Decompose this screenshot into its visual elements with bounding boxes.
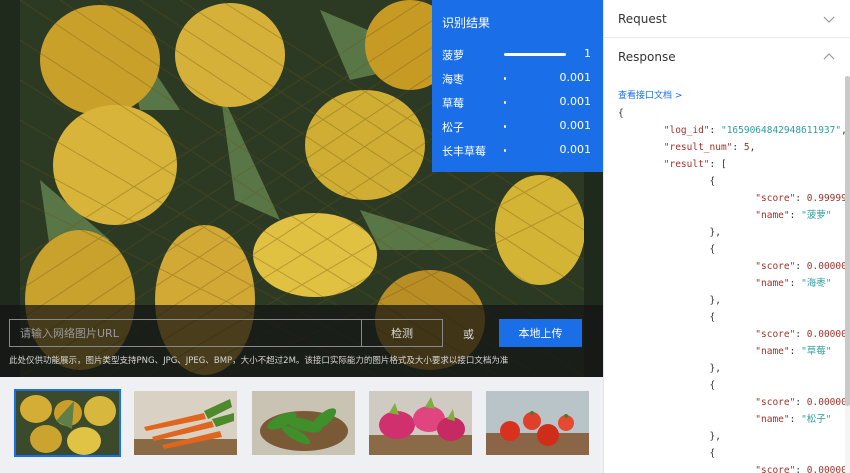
- json-score: "score": 0.0000014050611,: [755, 261, 850, 272]
- result-score: 0.001: [559, 71, 592, 84]
- result-row: 松子 0.001: [442, 115, 593, 139]
- thumbnail-carrot[interactable]: [134, 391, 237, 455]
- result-score: 0.001: [559, 119, 592, 132]
- carrot-thumbnail-icon: [134, 391, 237, 455]
- json-line: {: [618, 176, 716, 187]
- sample-thumbnails: [0, 377, 603, 473]
- request-section-header[interactable]: Request: [604, 0, 850, 38]
- response-label: Response: [618, 50, 676, 64]
- score-bar: [504, 101, 506, 104]
- chevron-down-icon: [823, 16, 835, 23]
- tomato-thumbnail-icon: [486, 391, 589, 455]
- pineapple-thumbnail-icon: [16, 391, 119, 455]
- local-upload-button[interactable]: 本地上传: [499, 319, 582, 347]
- result-name: 松子: [442, 121, 464, 134]
- result-row: 海枣 0.001: [442, 67, 593, 91]
- json-log-id: "log_id": "1659064842948611937",: [663, 125, 847, 136]
- detect-button[interactable]: 检测: [361, 319, 443, 347]
- image-url-input[interactable]: [9, 319, 361, 347]
- result-name: 长丰草莓: [442, 145, 486, 158]
- json-name: "name": "草莓": [755, 346, 832, 357]
- result-score: 0.001: [559, 143, 592, 156]
- thumbnail-tomato[interactable]: [486, 391, 589, 455]
- score-bar: [504, 125, 506, 128]
- thumbnail-pineapple[interactable]: [14, 389, 121, 457]
- result-title: 识别结果: [442, 16, 491, 30]
- score-bar-track: [504, 53, 566, 56]
- json-result-key: "result": [: [663, 159, 727, 170]
- dragon-fruit-thumbnail-icon: [369, 391, 472, 455]
- json-score: "score": 0.0000013423678,: [755, 329, 850, 340]
- json-line: },: [618, 431, 721, 442]
- response-section-header[interactable]: Response: [604, 38, 850, 76]
- score-bar-track: [504, 149, 566, 152]
- result-name: 菠萝: [442, 49, 464, 62]
- api-panel: Request Response 查看接口文档 > { "log_id": "1…: [603, 0, 850, 473]
- result-name: 草莓: [442, 97, 464, 110]
- green-pepper-thumbnail-icon: [252, 391, 355, 455]
- result-row: 草莓 0.001: [442, 91, 593, 115]
- json-score: "score": 0.0000011526237,: [755, 465, 850, 473]
- or-label: 或: [463, 328, 474, 341]
- input-bar: 检测 或 本地上传 此处仅供功能展示，图片类型支持PNG、JPG、JPEG、BM…: [0, 305, 603, 377]
- score-bar: [504, 149, 506, 152]
- json-line: {: [618, 312, 716, 323]
- score-bar: [504, 77, 506, 80]
- demo-area: 识别结果 菠萝 1 海枣 0.001 草莓 0.001 松子 0.001 长丰草莓 0.001 检…: [0, 0, 603, 473]
- result-score: 1: [584, 47, 591, 60]
- json-line: },: [618, 363, 721, 374]
- json-name: "name": "松子": [755, 414, 832, 425]
- api-doc-link[interactable]: 查看接口文档 >: [604, 76, 850, 101]
- result-name: 海枣: [442, 73, 464, 86]
- response-json: { "log_id": "1659064842948611937", "resu…: [604, 101, 850, 473]
- json-name: "name": "海枣": [755, 278, 832, 289]
- format-hint: 此处仅供功能展示，图片类型支持PNG、JPG、JPEG、BMP，大小不超过2M。…: [9, 356, 509, 366]
- score-bar-track: [504, 77, 566, 80]
- result-row: 长丰草莓 0.001: [442, 139, 593, 163]
- result-row: 菠萝 1: [442, 43, 593, 67]
- thumbnail-dragon-fruit[interactable]: [369, 391, 472, 455]
- json-result-num: "result_num": 5,: [663, 142, 756, 153]
- score-bar-track: [504, 101, 566, 104]
- json-line: {: [618, 380, 716, 391]
- result-list: 菠萝 1 海枣 0.001 草莓 0.001 松子 0.001 长丰草莓 0.001: [442, 43, 593, 163]
- json-line: {: [618, 244, 716, 255]
- json-line: },: [618, 227, 721, 238]
- chevron-up-icon: [823, 53, 835, 60]
- scrollbar-thumb[interactable]: [845, 76, 850, 406]
- json-score: "score": 0.99999404,: [755, 193, 850, 204]
- thumbnail-green-pepper[interactable]: [252, 391, 355, 455]
- recognition-result-panel: 识别结果 菠萝 1 海枣 0.001 草莓 0.001 松子 0.001 长丰草莓 0.001: [432, 0, 603, 172]
- json-score: "score": 0.000001178429,: [755, 397, 850, 408]
- json-line: {: [618, 448, 716, 459]
- json-line: {: [618, 108, 624, 119]
- request-label: Request: [618, 11, 667, 26]
- json-name: "name": "菠萝": [755, 210, 832, 221]
- image-stage: 识别结果 菠萝 1 海枣 0.001 草莓 0.001 松子 0.001 长丰草莓 0.001 检…: [0, 0, 603, 377]
- score-bar: [504, 53, 566, 56]
- score-bar-track: [504, 125, 566, 128]
- json-line: },: [618, 295, 721, 306]
- result-score: 0.001: [559, 95, 592, 108]
